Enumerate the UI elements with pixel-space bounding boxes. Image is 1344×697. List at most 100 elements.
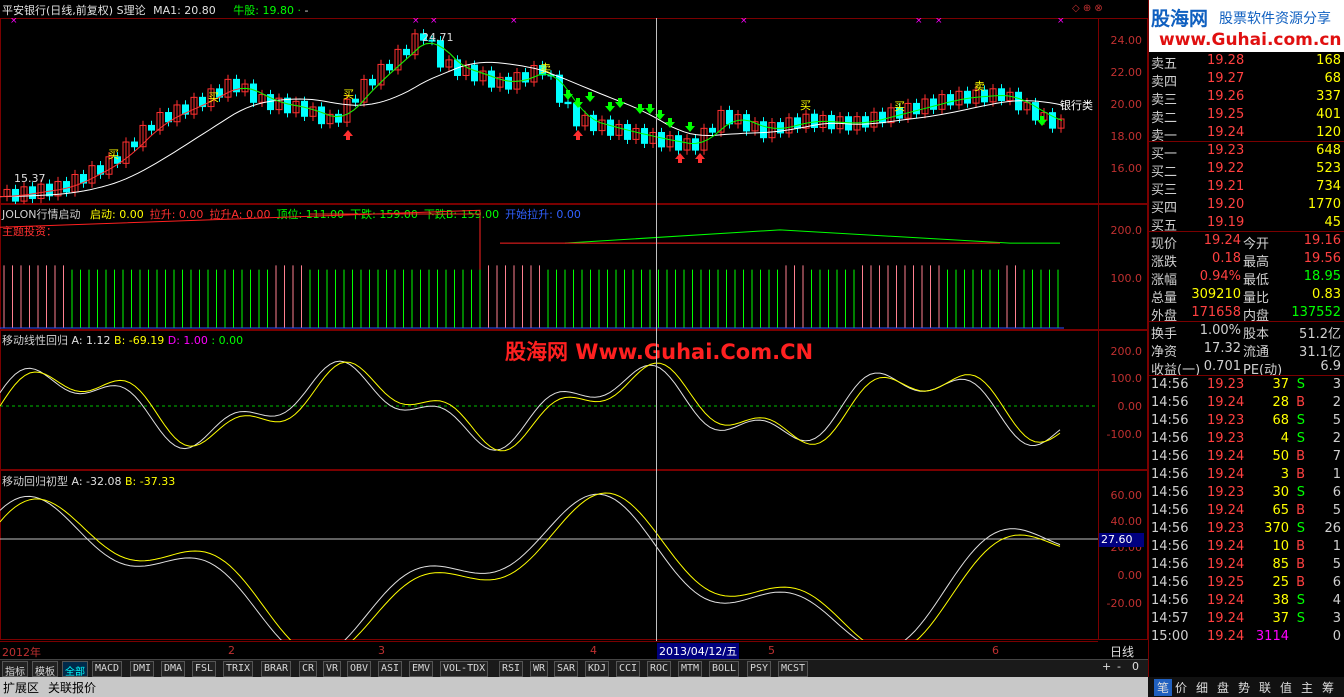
ask-vol: 337 [1316,89,1341,104]
tick-vol: 37 [1272,611,1289,626]
tab-plus[interactable]: + [1102,660,1111,673]
right-tab-0[interactable]: 笔 [1154,679,1173,696]
bid-vol: 523 [1316,161,1341,176]
regbase-line-b [0,492,1061,640]
candle-body [709,127,716,133]
regbase-chart-svg[interactable] [0,470,1098,640]
tab-1[interactable]: 模板 [32,661,58,678]
bottom-bar: 扩展区 关联报价 [0,677,1148,697]
candle-body [743,114,750,132]
tick-count: 1 [1332,467,1341,482]
tab-20[interactable]: ROC [647,661,672,677]
jolon-tick-1: 100.0 [1110,272,1143,285]
right-tab-3[interactable]: 盘 [1217,679,1229,696]
stat-value: 19.56 [1303,251,1341,266]
tab-zero[interactable]: 0 [1132,660,1139,673]
right-tab-8[interactable]: 筹 [1322,679,1334,696]
tick-time: 14:56 [1151,521,1189,536]
tab-21[interactable]: MTM [678,661,703,677]
tick-count: 2 [1332,431,1341,446]
x-label-4: 5 [768,644,775,657]
up-arrow-icon [573,130,583,140]
tick-vol: 370 [1264,521,1289,536]
tab-3[interactable]: MACD [92,661,123,677]
tick-price: 19.23 [1207,485,1245,500]
tab-11[interactable]: OBV [347,661,372,677]
low-label: 15.37 [14,172,46,185]
tab-0[interactable]: 指标 [2,661,28,678]
window-controls[interactable]: ◇ ⊕ ⊗ [1072,3,1103,14]
tab-5[interactable]: DMA [161,661,186,677]
tab-4[interactable]: DMI [130,661,155,677]
tab-12[interactable]: ASI [378,661,403,677]
tab-2[interactable]: 全部 [62,661,88,678]
tab-16[interactable]: WR [530,661,549,677]
tab-24[interactable]: MCST [778,661,809,677]
fin-value: 0.701 [1203,359,1241,374]
jolon-chart-svg[interactable] [0,204,1098,330]
candle-body [760,121,767,139]
tick-side: B [1296,557,1305,572]
right-tab-1[interactable]: 价 [1175,679,1187,696]
tab-23[interactable]: PSY [747,661,772,677]
tab-18[interactable]: KDJ [585,661,610,677]
tick-side: S [1296,413,1305,428]
tick-row: 14:56 19.24 10 B 1 [1149,538,1344,556]
related-quotes-button[interactable]: 关联报价 [48,679,96,696]
bank-label: 银行类 [1060,99,1093,112]
stat-row: 涨幅 0.94% 最低 18.95 [1149,268,1344,288]
tick-vol: 38 [1272,593,1289,608]
right-tab-4[interactable]: 势 [1238,679,1250,696]
tick-price: 19.23 [1207,521,1245,536]
down-arrow-icon [635,104,645,114]
tick-side: B [1296,503,1305,518]
tick-price: 19.24 [1207,467,1245,482]
buy-label-2: 买 [208,91,219,104]
stat-row: 外盘 171658 内盘 137552 [1149,304,1344,324]
expand-area-button[interactable]: 扩展区 [3,679,39,696]
right-tab-7[interactable]: 主 [1301,679,1313,696]
stat-value: 137552 [1291,305,1341,320]
candle-body [437,40,444,68]
candle-body [879,111,886,124]
tick-price: 19.24 [1207,503,1245,518]
tick-vol: 3 [1280,467,1289,482]
tab-6[interactable]: FSL [192,661,217,677]
period-label[interactable]: 日线 [1110,643,1134,660]
right-tab-2[interactable]: 细 [1196,679,1208,696]
tick-count: 3 [1332,377,1341,392]
tab-15[interactable]: RSI [499,661,524,677]
tick-row: 14:56 19.25 25 B 6 [1149,574,1344,592]
tab-14[interactable]: VOL-TDX [440,661,489,677]
stat-value: 19.16 [1303,233,1341,248]
tick-time: 14:56 [1151,431,1189,446]
cursor-date: 2013/04/12/五 [657,643,740,659]
x-label-0: 2012年 [2,646,41,659]
tab-17[interactable]: SAR [554,661,579,677]
tab-8[interactable]: BRAR [261,661,292,677]
tab-10[interactable]: VR [323,661,342,677]
tab-9[interactable]: CR [299,661,318,677]
tab-minus[interactable]: - [1117,660,1121,673]
main-chart-svg[interactable]: × × × × × × × × [0,18,1098,204]
candle-body [692,138,699,151]
candle-body [131,141,138,148]
tab-13[interactable]: EMV [409,661,434,677]
tick-price: 19.23 [1207,377,1245,392]
tick-side: B [1296,449,1305,464]
bid-row: 买五 19.19 45 [1149,214,1344,234]
linreg-chart-svg[interactable] [0,330,1098,470]
right-tab-6[interactable]: 值 [1280,679,1292,696]
stat-value: 309210 [1191,287,1241,302]
candle-body [794,117,801,129]
candle-body [658,131,665,148]
indicator-name: S理论 [116,4,146,17]
tab-7[interactable]: TRIX [223,661,254,677]
quote-panel: 股海网 股票软件资源分享 www.Guhai.com.cn 卖五 19.28 168… [1148,0,1344,697]
tick-price: 19.24 [1207,449,1245,464]
candle-body [301,100,308,117]
right-tab-5[interactable]: 联 [1259,679,1271,696]
candle-body [403,48,410,56]
tab-19[interactable]: CCI [616,661,641,677]
tab-22[interactable]: BOLL [709,661,740,677]
